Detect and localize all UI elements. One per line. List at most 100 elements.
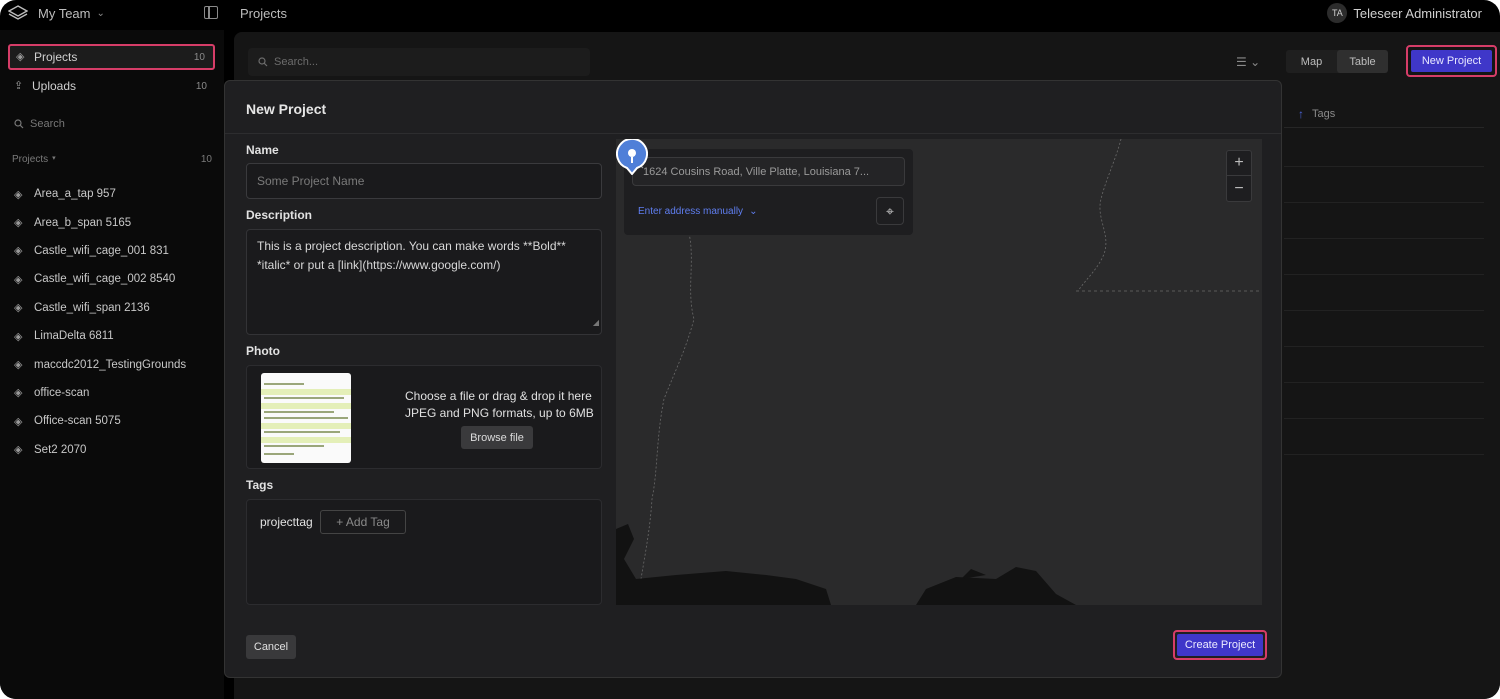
tag-chip[interactable]: projecttag	[254, 510, 319, 534]
user-name: Teleseer Administrator	[1353, 5, 1482, 21]
location-pin-icon[interactable]	[616, 139, 648, 175]
sidebar-search[interactable]: Search	[14, 118, 65, 130]
zoom-in-button[interactable]: +	[1227, 151, 1251, 176]
avatar: TA	[1327, 3, 1348, 23]
resize-handle-icon[interactable]: ◢	[593, 313, 599, 332]
sidebar-item-uploads[interactable]: ⇪ Uploads 10	[8, 73, 215, 99]
list-item[interactable]: ◈ Area_a_tap 957	[14, 180, 186, 208]
list-item[interactable]: ◈ maccdc2012_TestingGrounds	[14, 350, 186, 378]
description-label: Description	[246, 208, 313, 222]
sidebar-toggle-icon[interactable]	[204, 6, 218, 19]
list-item[interactable]: ◈ Castle_wifi_span 2136	[14, 294, 186, 322]
search-input[interactable]: Search...	[248, 48, 590, 76]
sidebar-search-placeholder: Search	[30, 118, 65, 130]
layers-icon: ◈	[14, 444, 23, 457]
zoom-out-button[interactable]: −	[1227, 176, 1251, 201]
address-search-field[interactable]: 1624 Cousins Road, Ville Platte, Louisia…	[632, 157, 905, 186]
tags-column-label: Tags	[1312, 107, 1336, 120]
sidebar-item-count: 10	[195, 80, 207, 92]
divider	[225, 133, 1281, 134]
sidebar-item-count: 10	[193, 51, 205, 63]
view-toggle: Map Table	[1286, 50, 1388, 73]
list-item[interactable]: ◈ Office-scan 5075	[14, 407, 186, 435]
caret-down-icon: ▾	[52, 155, 56, 162]
project-list: ◈ Area_a_tap 957 ◈ Area_b_span 5165 ◈ Castl…	[14, 180, 186, 464]
sort-arrow-icon: ↑	[1298, 106, 1304, 121]
project-name: Office-scan 5075	[34, 415, 121, 428]
browse-file-button[interactable]: Browse file	[461, 426, 533, 449]
layers-icon: ◈	[14, 302, 23, 315]
project-name: Area_b_span 5165	[34, 216, 132, 229]
chevron-down-icon: ⌄	[96, 7, 105, 19]
layers-icon: ◈	[14, 273, 23, 286]
sidebar-item-projects[interactable]: ◈ Projects 10	[8, 44, 215, 70]
row-divider	[1284, 238, 1484, 239]
app-window: My Team ⌄ Projects TA Teleseer Administr…	[0, 0, 1500, 699]
address-value: 1624 Cousins Road, Ville Platte, Louisia…	[643, 165, 870, 178]
list-item[interactable]: ◈ LimaDelta 6811	[14, 322, 186, 350]
create-project-button-highlight: Create Project	[1173, 630, 1267, 660]
sidebar: ◈ Projects 10 ⇪ Uploads 10 Search Projec…	[0, 30, 224, 699]
address-panel: 1624 Cousins Road, Ville Platte, Louisia…	[624, 149, 913, 235]
team-switcher[interactable]: My Team ⌄	[8, 5, 105, 21]
layers-icon: ◈	[16, 51, 25, 63]
tags-field: projecttag + Add Tag	[246, 499, 602, 605]
layers-icon: ◈	[14, 415, 23, 428]
row-divider	[1284, 274, 1484, 275]
project-name: LimaDelta 6811	[34, 330, 114, 343]
layers-icon: ◈	[14, 387, 23, 400]
zoom-controls: + −	[1226, 150, 1252, 202]
layers-icon: ◈	[14, 245, 23, 258]
project-name: maccdc2012_TestingGrounds	[34, 358, 187, 371]
upload-icon: ⇪	[14, 80, 24, 92]
row-divider	[1284, 346, 1484, 347]
new-project-button[interactable]: New Project	[1411, 50, 1492, 72]
search-icon	[14, 119, 24, 129]
row-divider	[1284, 166, 1484, 167]
list-item[interactable]: ◈ Castle_wifi_cage_002 8540	[14, 265, 186, 293]
layers-icon: ◈	[14, 188, 23, 201]
search-placeholder: Search...	[274, 56, 319, 68]
row-divider	[1284, 202, 1484, 203]
row-divider	[1284, 382, 1484, 383]
project-name: office-scan	[34, 386, 90, 399]
row-divider	[1284, 418, 1484, 419]
create-project-button[interactable]: Create Project	[1177, 634, 1263, 656]
layers-icon: ◈	[14, 217, 23, 230]
photo-dropzone[interactable]: Choose a file or drag & drop it here JPE…	[246, 365, 602, 469]
list-item[interactable]: ◈ Set2 2070	[14, 436, 186, 464]
photo-format-hint: JPEG and PNG formats, up to 6MB	[405, 406, 594, 420]
filter-icon[interactable]: ☰ ⌄	[1236, 55, 1260, 69]
locate-me-icon[interactable]: ⌖	[876, 197, 904, 225]
description-text: This is a project description. You can m…	[257, 239, 566, 272]
project-name-field[interactable]: Some Project Name	[246, 163, 602, 199]
projects-heading: Projects	[12, 154, 49, 165]
user-menu[interactable]: TA Teleseer Administrator	[1327, 3, 1482, 23]
cancel-button[interactable]: Cancel	[246, 635, 296, 659]
list-item[interactable]: ◈ Castle_wifi_cage_001 831	[14, 237, 186, 265]
photo-hint: Choose a file or drag & drop it here	[405, 389, 592, 403]
layers-icon: ◈	[14, 359, 23, 372]
manual-link-label: Enter address manually	[638, 206, 744, 217]
table-header-tags[interactable]: ↑ Tags	[1284, 100, 1484, 128]
new-project-dialog: New Project Name Some Project Name Descr…	[224, 80, 1282, 678]
page-title: Projects	[240, 6, 287, 21]
project-name: Castle_wifi_cage_001 831	[34, 244, 169, 257]
tab-map[interactable]: Map	[1286, 50, 1337, 73]
tags-label: Tags	[246, 478, 274, 492]
add-tag-button[interactable]: + Add Tag	[320, 510, 406, 534]
project-name: Set2 2070	[34, 443, 87, 456]
description-field[interactable]: This is a project description. You can m…	[246, 229, 602, 335]
sidebar-item-label: Uploads	[32, 79, 77, 93]
team-name: My Team	[38, 5, 91, 21]
list-item[interactable]: ◈ office-scan	[14, 379, 186, 407]
list-item[interactable]: ◈ Area_b_span 5165	[14, 208, 186, 236]
dialog-title: New Project	[246, 101, 327, 117]
project-name: Area_a_tap 957	[34, 188, 116, 201]
project-name: Castle_wifi_cage_002 8540	[34, 273, 176, 286]
photo-label: Photo	[246, 344, 280, 358]
projects-section-header[interactable]: Projects ▾ 10	[12, 154, 212, 165]
tab-table[interactable]: Table	[1337, 50, 1388, 73]
enter-address-manually-link[interactable]: Enter address manually ⌄	[638, 206, 757, 217]
location-map[interactable]: 1624 Cousins Road, Ville Platte, Louisia…	[616, 139, 1262, 605]
